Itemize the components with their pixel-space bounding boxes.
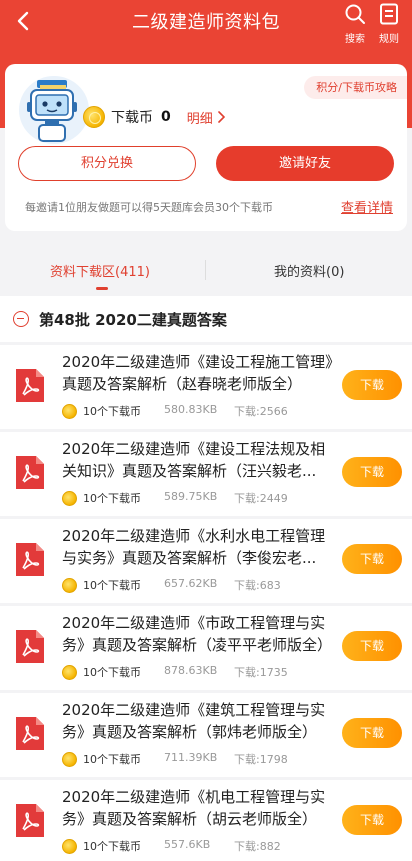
item-title: 2020年二级建造师《建设工程施工管理》真题及答案解析（赵春晓老师版全） (62, 353, 333, 393)
item-downloads: 下载:2566 (234, 405, 288, 418)
item-meta: 10个下载币 589.75KB 下载:2449 (62, 490, 288, 506)
item-downloads: 下载:2449 (234, 492, 288, 505)
view-details-link[interactable]: 查看详情 (341, 197, 393, 216)
item-price: 10个下载币 (83, 840, 141, 853)
download-button[interactable]: 下载 (342, 631, 402, 661)
account-card: 下载币 0 明细 积分/下载币攻略 积分兑换 邀请好友 每邀请1位朋友做题可以得… (5, 64, 407, 231)
pdf-file-icon (16, 630, 44, 663)
coin-icon (62, 664, 77, 680)
tab-download-area[interactable]: 资料下载区(411) (50, 261, 150, 280)
coin-label: 下载币 (111, 110, 153, 126)
list-item[interactable]: 2020年二级建造师《建设工程法规及相关知识》真题及答案解析（汪兴毅老... 1… (0, 432, 412, 516)
tab-active-indicator (96, 287, 108, 290)
download-button[interactable]: 下载 (342, 718, 402, 748)
tab-bar: 资料下载区(411) 我的资料(0) (0, 246, 412, 294)
search-icon (345, 4, 365, 24)
avatar[interactable] (19, 76, 89, 144)
item-price: 10个下载币 (83, 492, 141, 505)
download-button[interactable]: 下载 (342, 370, 402, 400)
item-title: 2020年二级建造师《机电工程管理与实务》真题及答案解析（胡云老师版全） (62, 788, 326, 828)
item-size: 878.63KB (164, 664, 218, 677)
pdf-file-icon (16, 543, 44, 576)
pdf-file-icon (16, 456, 44, 489)
item-meta: 10个下载币 878.63KB 下载:1735 (62, 664, 288, 680)
item-title: 2020年二级建造师《建筑工程管理与实务》真题及答案解析（郭炜老师版全） (62, 701, 326, 741)
coin-icon (62, 751, 77, 767)
coin-strategy-link[interactable]: 积分/下载币攻略 (304, 76, 407, 99)
tab-divider (205, 260, 206, 280)
item-meta: 10个下载币 580.83KB 下载:2566 (62, 403, 288, 419)
item-title: 2020年二级建造师《市政工程管理与实务》真题及答案解析（凌平平老师版全） (62, 614, 333, 654)
coin-icon (62, 403, 77, 419)
robot-avatar-icon (27, 80, 77, 142)
search-button[interactable]: 搜索 (338, 3, 372, 45)
points-exchange-button[interactable]: 积分兑换 (18, 146, 196, 181)
rules-icon (380, 3, 398, 25)
item-meta: 10个下载币 557.6KB 下载:882 (62, 838, 281, 854)
download-button[interactable]: 下载 (342, 457, 402, 487)
item-size: 657.62KB (164, 577, 218, 590)
item-price: 10个下载币 (83, 666, 141, 679)
detail-link[interactable]: 明细 (187, 108, 225, 127)
item-size: 589.75KB (164, 490, 218, 503)
item-size: 580.83KB (164, 403, 218, 416)
group-title: 第48批 2020二建真题答案 (39, 310, 227, 329)
group-header[interactable]: 第48批 2020二建真题答案 (0, 296, 412, 342)
item-price: 10个下载币 (83, 579, 141, 592)
item-size: 711.39KB (164, 751, 218, 764)
coin-icon (62, 490, 77, 506)
list-item[interactable]: 2020年二级建造师《建筑工程管理与实务》真题及答案解析（郭炜老师版全） 10个… (0, 693, 412, 777)
coin-icon (83, 106, 105, 128)
coin-count: 0 (161, 109, 171, 125)
download-button[interactable]: 下载 (342, 544, 402, 574)
coin-balance: 下载币 0 明细 (83, 106, 225, 128)
invite-note: 每邀请1位朋友做题可以得5天题库会员30个下载币 (25, 201, 273, 214)
pdf-file-icon (16, 369, 44, 402)
item-meta: 10个下载币 711.39KB 下载:1798 (62, 751, 288, 767)
item-downloads: 下载:1798 (234, 753, 288, 766)
item-downloads: 下载:882 (234, 840, 281, 853)
coin-icon (62, 577, 77, 593)
chevron-right-icon (217, 111, 225, 123)
list-item[interactable]: 2020年二级建造师《市政工程管理与实务》真题及答案解析（凌平平老师版全） 10… (0, 606, 412, 690)
item-downloads: 下载:683 (234, 579, 281, 592)
item-price: 10个下载币 (83, 405, 141, 418)
item-downloads: 下载:1735 (234, 666, 288, 679)
pdf-file-icon (16, 804, 44, 837)
download-button[interactable]: 下载 (342, 805, 402, 835)
item-title: 2020年二级建造师《水利水电工程管理与实务》真题及答案解析（李俊宏老... (62, 527, 326, 567)
search-label: 搜索 (345, 34, 365, 45)
list-item[interactable]: 2020年二级建造师《机电工程管理与实务》真题及答案解析（胡云老师版全） 10个… (0, 780, 412, 861)
detail-label: 明细 (186, 111, 213, 127)
item-title: 2020年二级建造师《建设工程法规及相关知识》真题及答案解析（汪兴毅老... (62, 440, 326, 480)
coin-icon (62, 838, 77, 854)
tab-my-materials[interactable]: 我的资料(0) (274, 261, 344, 280)
list-item[interactable]: 2020年二级建造师《建设工程施工管理》真题及答案解析（赵春晓老师版全） 10个… (0, 345, 412, 429)
collapse-minus-icon[interactable] (13, 311, 29, 327)
item-size: 557.6KB (164, 838, 211, 851)
list-item[interactable]: 2020年二级建造师《水利水电工程管理与实务》真题及答案解析（李俊宏老... 1… (0, 519, 412, 603)
rules-label: 规则 (379, 34, 399, 45)
invite-friends-button[interactable]: 邀请好友 (216, 146, 394, 181)
pdf-file-icon (16, 717, 44, 750)
item-meta: 10个下载币 657.62KB 下载:683 (62, 577, 281, 593)
item-price: 10个下载币 (83, 753, 141, 766)
rules-button[interactable]: 规则 (372, 3, 406, 45)
